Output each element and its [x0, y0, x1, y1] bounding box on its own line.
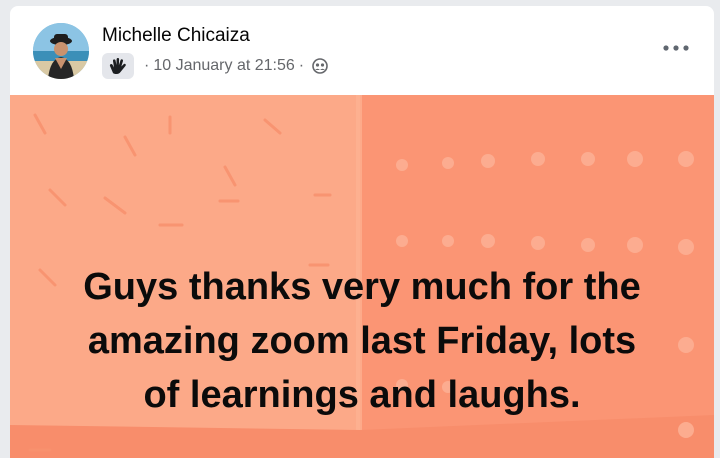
waving-hand-icon[interactable]: [102, 53, 134, 79]
post-meta: · 10 January at 21:56 ·: [102, 53, 328, 79]
author-name[interactable]: Michelle Chicaiza: [102, 25, 250, 47]
more-options-icon[interactable]: [658, 34, 694, 62]
post-timestamp[interactable]: 10 January at 21:56: [153, 57, 294, 75]
post-background: Guys thanks very much for the amazing zo…: [10, 95, 714, 458]
meta-separator-2: ·: [298, 57, 305, 74]
post-card: Michelle Chicaiza · 10 January at 21:56 …: [10, 6, 714, 458]
post-header: Michelle Chicaiza · 10 January at 21:56 …: [10, 6, 714, 95]
meta-separator: ·: [144, 57, 150, 74]
avatar-photo: [33, 23, 89, 79]
avatar[interactable]: [33, 23, 89, 79]
friends-group-icon[interactable]: [312, 58, 328, 74]
post-body-text: Guys thanks very much for the amazing zo…: [83, 266, 641, 416]
